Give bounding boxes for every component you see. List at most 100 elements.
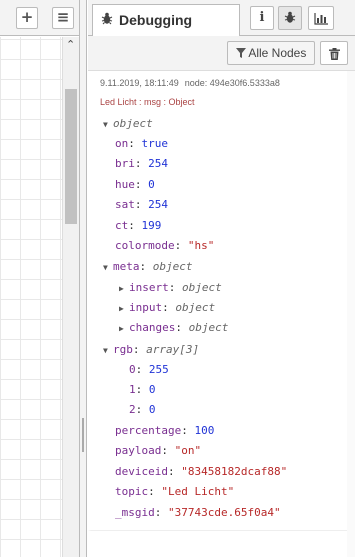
trash-icon [329, 47, 340, 65]
bug-icon [284, 11, 296, 29]
tree-row-payload: payload: "on" [115, 444, 202, 457]
bar-chart-icon [314, 12, 328, 30]
tree-key: on [115, 137, 129, 150]
tree-value: 0 [148, 178, 155, 191]
tree-key: 1 [129, 383, 136, 396]
tree-value: "83458182dcaf88" [181, 465, 288, 478]
tree-key: meta [113, 260, 140, 273]
tree-key: colormode [115, 239, 175, 252]
tree-row-changes[interactable]: ▶ changes: object [119, 319, 228, 337]
tree-value: 100 [194, 424, 215, 437]
tree-row-on: on: true [115, 137, 169, 150]
caret-right-icon[interactable]: ▶ [119, 280, 129, 298]
flow-list-button[interactable]: ≡ [52, 7, 74, 29]
tree-value: 0 [148, 383, 156, 396]
tree-row-bri: bri: 254 [115, 157, 168, 170]
tree-type: object [182, 281, 222, 294]
tree-row-percentage: percentage: 100 [115, 424, 215, 437]
message-timestamp: 9.11.2019, 18:11:49 [100, 78, 179, 88]
tree-key: _msgid [115, 506, 155, 519]
chevron-up-icon[interactable]: ⌃ [66, 38, 75, 51]
tree-value: 199 [141, 219, 162, 232]
bug-icon [101, 12, 113, 28]
tree-row-topic: topic: "Led Licht" [115, 485, 235, 498]
caret-down-icon[interactable]: ▼ [103, 342, 113, 360]
plus-icon: + [20, 8, 34, 26]
tree-row-hue: hue: 0 [115, 178, 155, 191]
tree-type: object [152, 260, 193, 273]
tab-debugging[interactable]: Debugging [92, 4, 240, 37]
tree-key: payload [115, 444, 162, 457]
tree-row-deviceid: deviceid: "83458182dcaf88" [115, 465, 288, 478]
tree-row-input[interactable]: ▶ input: object [119, 299, 215, 317]
caret-right-icon[interactable]: ▶ [119, 320, 129, 338]
tree-row-msgid: _msgid: "37743cde.65f0a4" [115, 506, 281, 519]
tree-key: rgb [113, 343, 133, 356]
tree-value: true [141, 137, 169, 150]
tree-row-rgb-2: 2: 0 [129, 403, 156, 416]
caret-down-icon[interactable]: ▼ [103, 116, 113, 134]
debug-toolbar: Alle Nodes [88, 36, 355, 71]
workspace-canvas[interactable] [0, 37, 62, 557]
debug-message: 9.11.2019, 18:11:49 node: 494e30f6.5333a8… [88, 71, 347, 531]
tree-value: "37743cde.65f0a4" [168, 506, 281, 519]
tree-key: bri [115, 157, 135, 170]
tree-key: topic [115, 485, 149, 498]
tree-value: "hs" [187, 239, 215, 252]
debug-tab-button[interactable] [278, 6, 302, 30]
tree-row-insert[interactable]: ▶ insert: object [119, 279, 222, 297]
tree-key: 2 [129, 403, 136, 416]
caret-down-icon[interactable]: ▼ [103, 259, 113, 277]
caret-right-icon[interactable]: ▶ [119, 300, 129, 318]
filter-label: Alle Nodes [248, 46, 307, 60]
workspace-scrollbar[interactable]: ⌃ [62, 37, 79, 557]
tree-key: sat [115, 198, 135, 211]
funnel-icon [235, 43, 246, 65]
tree-value: 254 [148, 198, 168, 211]
message-name: Led Licht : msg : Object [100, 97, 195, 107]
tree-value: 255 [148, 363, 169, 376]
tree-key: changes [129, 321, 176, 334]
tree-row-rgb-0: 0: 255 [129, 363, 169, 376]
clear-messages-button[interactable] [320, 41, 348, 65]
tree-row-rgb-1: 1: 0 [129, 383, 156, 396]
tree-root-row[interactable]: ▼ object [103, 115, 153, 133]
message-node-link[interactable]: node: 494e30f6.5333a8 [185, 78, 280, 88]
tree-key: input [129, 301, 163, 314]
add-flow-button[interactable]: + [16, 7, 38, 29]
resize-grip[interactable] [82, 418, 84, 452]
tree-key: hue [115, 178, 135, 191]
tab-label: Debugging [119, 12, 193, 28]
tree-type: object [175, 301, 216, 314]
info-tab-button[interactable]: i [250, 6, 274, 30]
dashboard-tab-button[interactable] [308, 6, 334, 30]
message-meta: 9.11.2019, 18:11:49 node: 494e30f6.5333a8 [100, 78, 280, 88]
tree-value: 254 [148, 157, 168, 170]
debug-empty-area [88, 531, 347, 557]
sidebar-resize-handle[interactable] [79, 0, 87, 557]
tree-key: deviceid [115, 465, 168, 478]
filter-nodes-button[interactable]: Alle Nodes [227, 41, 315, 65]
tree-row-sat: sat: 254 [115, 198, 168, 211]
list-icon: ≡ [56, 8, 70, 26]
scrollbar-thumb[interactable] [65, 89, 77, 224]
tree-row-rgb[interactable]: ▼ rgb: array[3] [103, 341, 199, 359]
tree-type: object [188, 321, 229, 334]
tree-key: 0 [129, 363, 136, 376]
tree-row-colormode: colormode: "hs" [115, 239, 215, 252]
tree-key: insert [129, 281, 169, 294]
tree-row-meta[interactable]: ▼ meta: object [103, 258, 193, 276]
tree-key: ct [115, 219, 129, 232]
workspace-pane: + ≡ ⌃ [0, 0, 79, 557]
tree-type: array[3] [146, 343, 200, 356]
tree-value: "Led Licht" [161, 485, 235, 498]
workspace-toolbar: + ≡ [0, 0, 79, 36]
tree-key: percentage [115, 424, 182, 437]
root-type: object [113, 117, 153, 130]
tree-value: 0 [148, 403, 156, 416]
sidebar-header: Debugging i [88, 0, 355, 37]
debug-scrollbar[interactable] [347, 71, 355, 557]
tree-value: "on" [174, 444, 202, 457]
tree-row-ct: ct: 199 [115, 219, 162, 232]
info-icon: i [259, 10, 265, 25]
